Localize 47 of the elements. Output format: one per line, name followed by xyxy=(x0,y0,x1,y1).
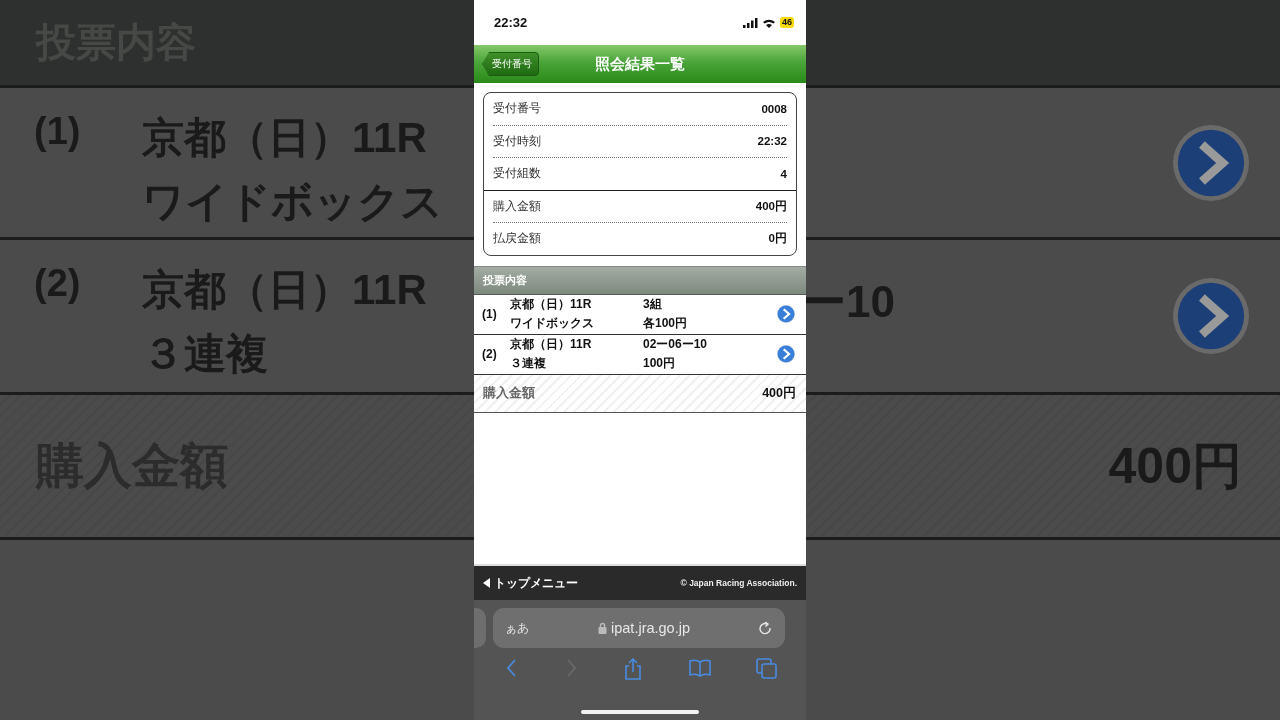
bet-detail: 3組 xyxy=(643,296,663,313)
back-button[interactable]: 受付番号 xyxy=(482,52,539,76)
bet-type: ３連複 xyxy=(510,355,547,372)
bet-number: (1) xyxy=(482,307,498,321)
field-label: 購入金額 xyxy=(493,198,541,214)
tab-preview[interactable] xyxy=(474,608,486,648)
book-icon[interactable] xyxy=(688,658,711,678)
bet-amount: 各100円 xyxy=(643,315,689,332)
triangle-left-icon xyxy=(483,578,490,588)
url-text: ipat.jra.go.jp xyxy=(611,620,690,636)
back-icon[interactable] xyxy=(504,658,519,678)
bet-type: ワイドボックス xyxy=(510,315,595,332)
chevron-right-icon[interactable] xyxy=(776,344,796,364)
field-value: 0008 xyxy=(761,102,787,115)
field-label: 受付番号 xyxy=(493,101,541,117)
chevron-right-icon[interactable] xyxy=(776,304,796,324)
field-label: 受付組数 xyxy=(493,166,541,182)
field-value: 4 xyxy=(780,167,787,180)
section-header: 投票内容 xyxy=(474,265,806,295)
tabs-icon[interactable] xyxy=(756,658,778,679)
bet-detail: 02ー06ー10 xyxy=(643,336,709,353)
share-icon[interactable] xyxy=(623,658,644,680)
total-label: 購入金額 xyxy=(483,384,535,402)
chevron-right-icon xyxy=(1172,277,1250,355)
clock: 22:32 xyxy=(494,15,528,30)
home-indicator[interactable] xyxy=(581,710,699,714)
bet-venue: 京都（日）11R xyxy=(510,336,593,353)
copyright: © Japan Racing Association. xyxy=(680,578,797,588)
chevron-right-icon xyxy=(1172,123,1250,202)
text-size-button[interactable]: ぁあ xyxy=(505,619,529,637)
field-value: 400円 xyxy=(755,198,787,214)
signal-icon xyxy=(743,17,758,28)
lock-icon xyxy=(598,622,607,634)
bet-number: (2) xyxy=(482,347,498,361)
bet-amount: 100円 xyxy=(643,355,677,372)
bet-venue: 京都（日）11R xyxy=(510,296,593,313)
wifi-icon xyxy=(762,17,776,28)
battery-level: 46 xyxy=(780,17,794,28)
top-menu-link[interactable]: トップメニュー xyxy=(483,574,578,592)
field-label: 受付時刻 xyxy=(493,133,541,149)
field-label: 払戻金額 xyxy=(493,231,541,247)
page-title: 照会結果一覧 xyxy=(595,55,685,72)
address-bar[interactable]: ぁあ ipat.jra.go.jp xyxy=(493,608,785,648)
field-value: 22:32 xyxy=(757,135,787,148)
reload-icon xyxy=(759,621,773,635)
field-value: 0円 xyxy=(768,231,787,247)
total-amount: 400円 xyxy=(762,384,796,402)
